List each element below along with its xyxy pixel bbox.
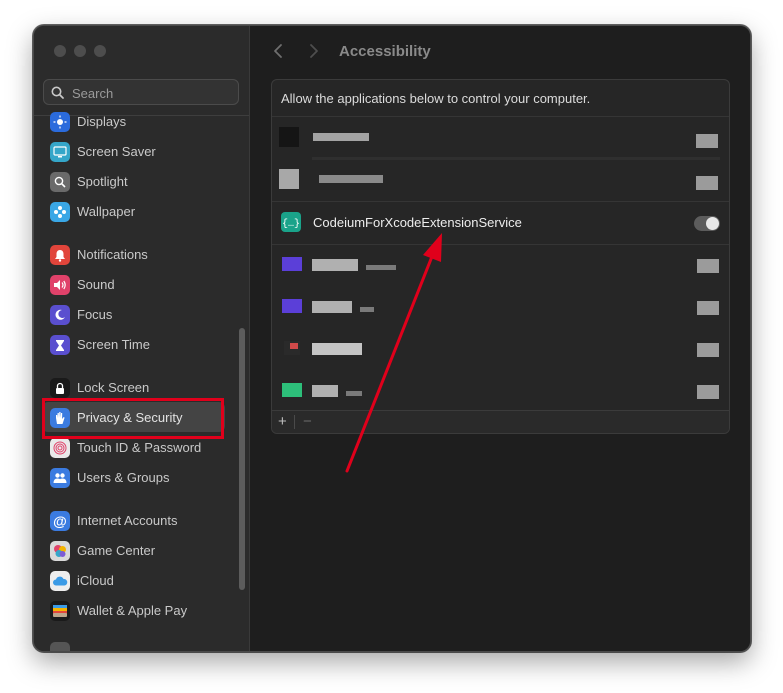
annotation-arrow [345, 233, 442, 473]
